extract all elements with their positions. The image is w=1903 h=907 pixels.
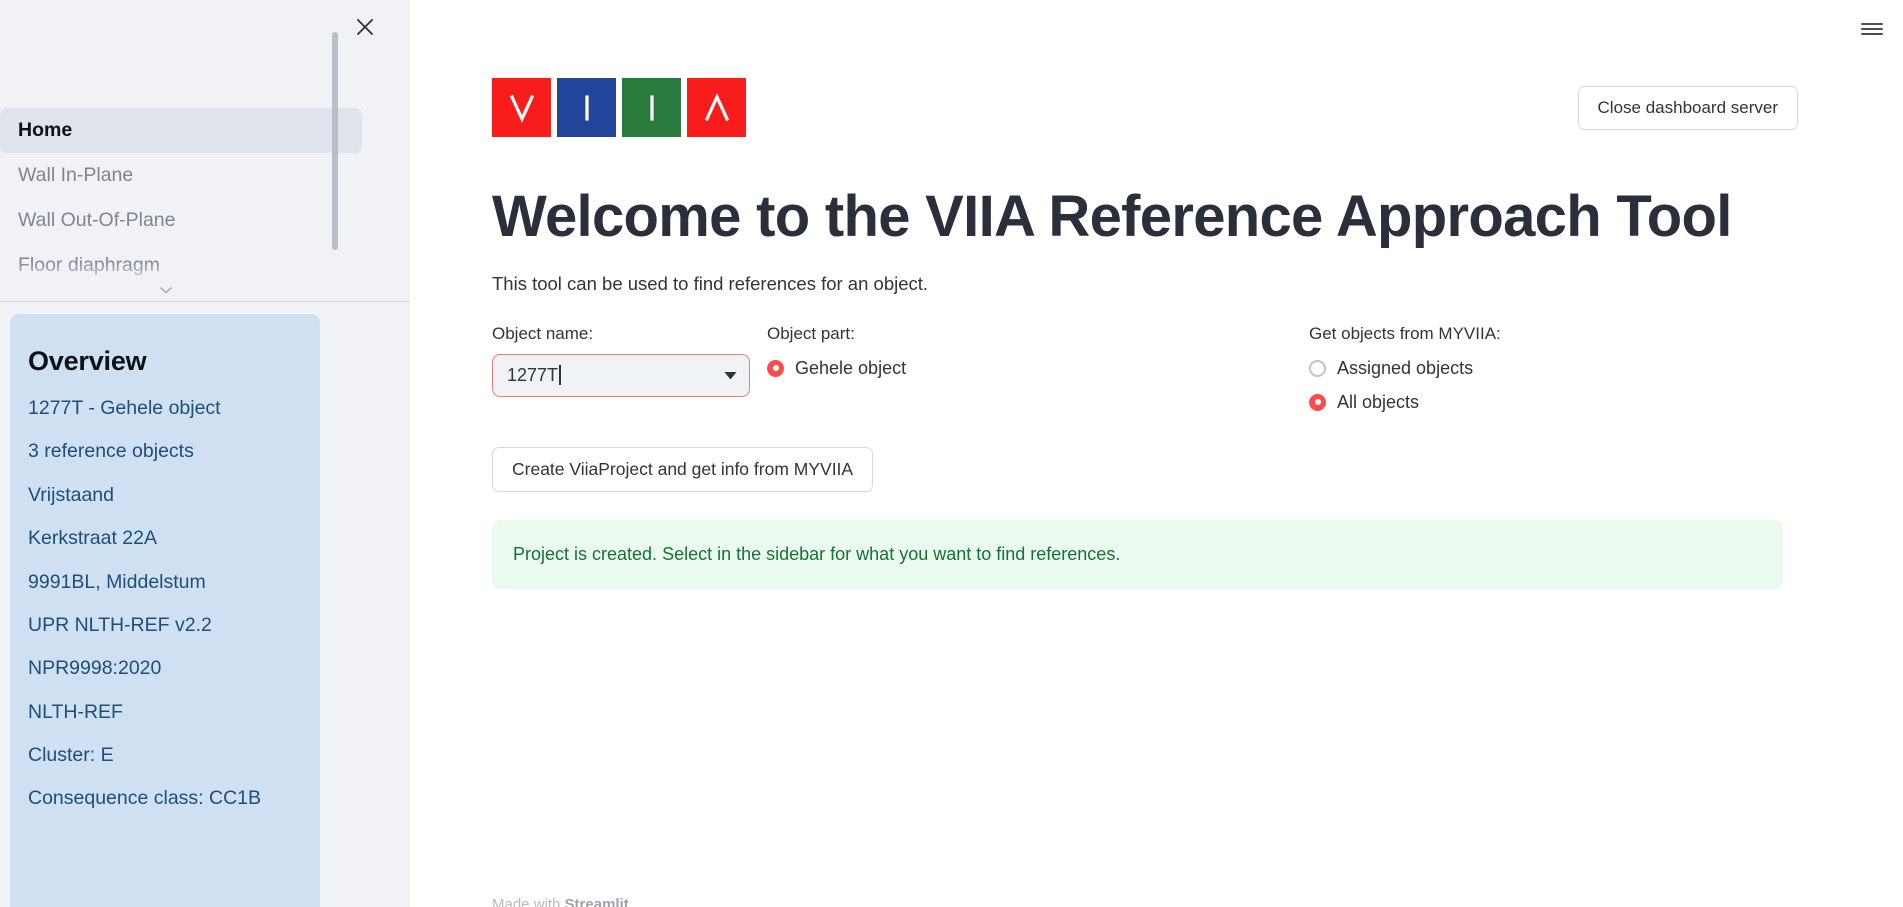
footer-brand: Streamlit — [564, 896, 629, 907]
object-name-select[interactable]: 1277T — [492, 353, 750, 397]
main-content: Close dashboard server Welcome to the VI… — [410, 0, 1903, 907]
form-row: Object name: 1277T Object part: Gehele o… — [492, 323, 1792, 443]
letter-i-icon — [584, 94, 589, 121]
page-title: Welcome to the VIIA Reference Approach T… — [492, 184, 1732, 249]
sidebar-nav-expand-button[interactable] — [158, 283, 174, 297]
sidebar-item-wall-in-plane[interactable]: Wall In-Plane — [0, 153, 362, 198]
letter-a-icon — [704, 92, 729, 121]
sidebar-nav-scrollbar[interactable] — [332, 32, 338, 250]
content-column: Close dashboard server Welcome to the VI… — [492, 0, 1798, 589]
object-name-dropdown-arrow[interactable] — [722, 367, 738, 383]
object-part-group: Object part: Gehele object — [767, 323, 1207, 383]
overview-card: Overview 1277T - Gehele object 3 referen… — [10, 314, 320, 907]
overview-line-postcode-city: 9991BL, Middelstum — [28, 570, 206, 593]
close-dashboard-server-button[interactable]: Close dashboard server — [1577, 86, 1798, 131]
sidebar-item-floor-diaphragm[interactable]: Floor diaphragm — [0, 243, 362, 288]
overview-line-object-name: 1277T - Gehele object — [28, 397, 221, 419]
radio-label: All objects — [1337, 391, 1420, 412]
hamburger-menu-button[interactable] — [1851, 8, 1893, 50]
sidebar-item-home[interactable]: Home — [0, 108, 362, 153]
radio-label: Assigned objects — [1337, 357, 1474, 378]
letter-v-icon — [509, 94, 534, 123]
logo-square-a — [687, 78, 746, 137]
success-alert: Project is created. Select in the sideba… — [492, 519, 1783, 589]
overview-line-consequence-class: Consequence class: CC1B — [28, 787, 262, 810]
footer-prefix: Made with — [492, 896, 565, 907]
chevron-down-icon — [160, 287, 172, 294]
myviia-group: Get objects from MYVIIA: Assigned object… — [1309, 323, 1709, 417]
logo-square-i-2 — [622, 78, 681, 137]
overview-title: Overview — [28, 346, 147, 376]
sidebar-nav: Home Wall In-Plane Wall Out-Of-Plane Flo… — [0, 0, 410, 302]
object-name-value: 1277T — [507, 364, 559, 385]
radio-label: Gehele object — [795, 357, 907, 378]
radio-indicator — [1309, 359, 1326, 377]
radio-indicator — [1309, 393, 1326, 411]
overview-line-method: NLTH-REF — [28, 700, 123, 723]
overview-line-reference-count: 3 reference objects — [28, 440, 194, 463]
object-part-label: Object part: — [767, 323, 855, 343]
logo-square-i-1 — [557, 78, 616, 137]
overview-line-cluster: Cluster: E — [28, 744, 114, 766]
hamburger-menu-icon — [1861, 20, 1883, 38]
chevron-down-icon — [724, 371, 736, 380]
header-row: Close dashboard server — [492, 66, 1798, 158]
app-root: Home Wall In-Plane Wall Out-Of-Plane Flo… — [0, 0, 1903, 907]
letter-i-icon — [649, 94, 654, 121]
footer-credit: Made with Streamlit — [492, 896, 629, 907]
overview-line-building-type: Vrijstaand — [28, 483, 114, 506]
myviia-label: Get objects from MYVIIA: — [1309, 323, 1501, 343]
radio-indicator — [767, 359, 784, 377]
overview-line-upr: UPR NLTH-REF v2.2 — [28, 613, 212, 636]
radio-gehele-object[interactable]: Gehele object — [767, 354, 1207, 383]
radio-assigned-objects[interactable]: Assigned objects — [1309, 354, 1709, 383]
viia-logo — [492, 78, 746, 137]
overview-line-street: Kerkstraat 22A — [28, 527, 157, 550]
object-name-group: Object name: 1277T — [492, 323, 750, 397]
page-subtitle: This tool can be used to find references… — [492, 272, 929, 294]
overview-line-norm: NPR9998:2020 — [28, 657, 162, 680]
text-cursor — [559, 365, 561, 386]
logo-square-v — [492, 78, 551, 137]
radio-all-objects[interactable]: All objects — [1309, 388, 1709, 417]
object-name-label: Object name: — [492, 323, 594, 343]
sidebar-item-wall-out-of-plane[interactable]: Wall Out-Of-Plane — [0, 198, 362, 243]
sidebar: Home Wall In-Plane Wall Out-Of-Plane Flo… — [0, 0, 410, 907]
create-viiaproject-button[interactable]: Create ViiaProject and get info from MYV… — [492, 446, 874, 492]
